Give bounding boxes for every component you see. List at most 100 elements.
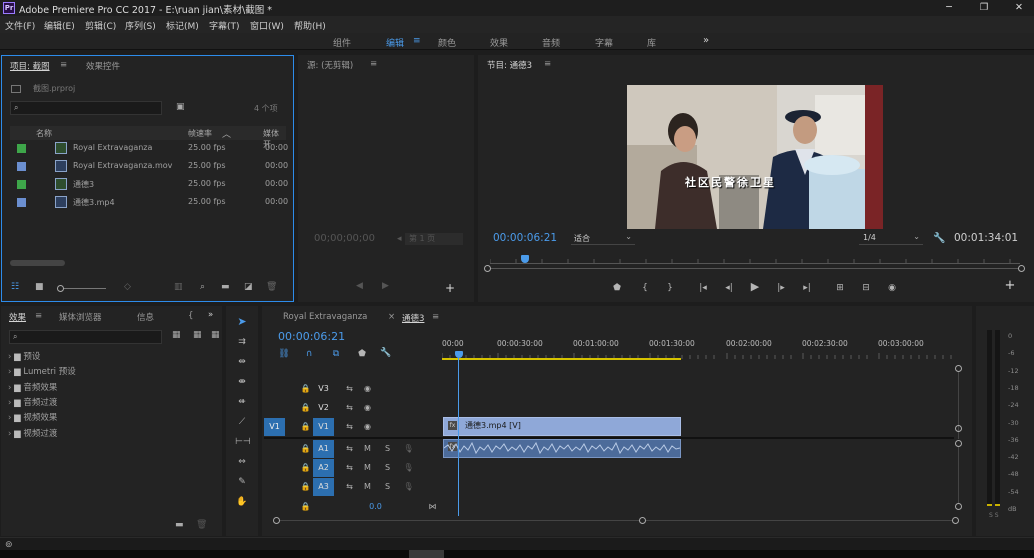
- program-playhead[interactable]: [521, 255, 529, 263]
- snap-magnet-icon[interactable]: ∩: [303, 349, 315, 359]
- rolling-edit-tool-icon[interactable]: ⇼: [235, 377, 249, 387]
- source-timecode[interactable]: 00;00;00;00: [314, 233, 375, 244]
- accelerated-effects-icon[interactable]: ▦: [172, 330, 181, 340]
- play-icon[interactable]: ▶: [748, 281, 762, 292]
- expand-chevron-icon[interactable]: ›: [8, 413, 11, 423]
- timeline-settings-icon[interactable]: 🔧: [380, 348, 392, 358]
- snap-in-nest-icon[interactable]: ⛓: [278, 349, 290, 359]
- voice-over-mic-icon[interactable]: 🎙: [398, 440, 419, 458]
- source-marker-prev-icon[interactable]: ◂: [397, 234, 402, 244]
- effects-search-input[interactable]: ⌕: [9, 330, 162, 344]
- timeline-vscroll-top[interactable]: [955, 365, 962, 372]
- slide-tool-icon[interactable]: ⇔: [235, 457, 249, 467]
- menu-edit[interactable]: 编辑(E): [44, 19, 75, 32]
- track-target-label[interactable]: V2: [313, 399, 334, 417]
- selection-tool-icon[interactable]: ➤: [236, 316, 248, 327]
- effects-folder[interactable]: › ▆ 预设: [8, 350, 40, 362]
- status-icon[interactable]: ⊚: [5, 540, 13, 550]
- label-color-swatch[interactable]: [17, 144, 26, 153]
- workspace-tab-color[interactable]: 颜色: [438, 36, 456, 49]
- track-target-label[interactable]: A2: [313, 459, 334, 477]
- toggle-output-eye-icon[interactable]: ◉: [357, 418, 378, 436]
- tab-info[interactable]: 信息: [137, 311, 154, 323]
- workspace-tab-titles[interactable]: 字幕: [595, 36, 613, 49]
- timeline-ruler[interactable]: 00:00 00:00:30:00 00:01:00:00 00:01:30:0…: [442, 336, 954, 362]
- column-name[interactable]: 名称: [36, 128, 52, 139]
- list-view-icon[interactable]: ☷: [11, 282, 19, 292]
- delete-custom-item-icon[interactable]: 🗑: [196, 520, 207, 530]
- toggle-output-eye-icon[interactable]: ◉: [357, 380, 378, 398]
- program-panel-menu-icon[interactable]: ≡: [544, 59, 551, 69]
- workspace-tab-editing[interactable]: 编辑: [386, 36, 404, 49]
- go-to-out-icon[interactable]: ▸|: [800, 283, 814, 293]
- sort-icons-icon[interactable]: ◇: [124, 282, 131, 292]
- expand-chevron-icon[interactable]: ›: [8, 383, 11, 393]
- mark-in-icon[interactable]: {: [639, 283, 651, 293]
- effects-folder[interactable]: › ▆ Lumetri 预设: [8, 365, 76, 377]
- panel-overflow-icon[interactable]: »: [208, 310, 213, 320]
- tab-program[interactable]: 节目: 通德3: [487, 59, 532, 71]
- close-button[interactable]: ✕: [1010, 0, 1028, 16]
- meter-solo-buttons[interactable]: S S: [989, 512, 999, 519]
- new-bin-icon[interactable]: ▬: [221, 282, 230, 292]
- track-target-label[interactable]: A3: [313, 478, 334, 496]
- go-to-end-icon[interactable]: ⋈: [422, 498, 443, 516]
- razor-tool-icon[interactable]: ⟋: [235, 417, 249, 427]
- minimize-button[interactable]: ─: [940, 0, 958, 16]
- workspace-tab-effects[interactable]: 效果: [490, 36, 508, 49]
- workspace-menu-icon[interactable]: ≡: [413, 36, 421, 46]
- label-color-swatch[interactable]: [17, 198, 26, 207]
- expand-chevron-icon[interactable]: ›: [8, 352, 11, 362]
- go-to-in-icon[interactable]: |◂: [696, 283, 710, 293]
- tab-project[interactable]: 项目: 截图: [10, 60, 50, 72]
- track-target-label[interactable]: V3: [313, 380, 334, 398]
- source-panel-menu-icon[interactable]: ≡: [370, 59, 377, 69]
- track-target-label[interactable]: A1: [313, 440, 334, 458]
- menu-help[interactable]: 帮助(H): [294, 19, 326, 32]
- tab-sequence-active[interactable]: 通德3: [402, 312, 424, 324]
- project-item-row[interactable]: 通德3.mp4 25.00 fps 00:00: [10, 194, 288, 211]
- find-icon[interactable]: ⌕: [200, 282, 205, 292]
- settings-wrench-icon[interactable]: 🔧: [933, 233, 945, 244]
- extract-icon[interactable]: ⊟: [859, 283, 873, 293]
- mute-track-button[interactable]: M: [357, 440, 378, 458]
- zoom-level-select[interactable]: 适合 ⌄: [571, 232, 635, 245]
- project-panel-menu-icon[interactable]: ≡: [60, 60, 67, 70]
- zoom-slider-handle[interactable]: [57, 285, 64, 292]
- menu-window[interactable]: 窗口(W): [250, 19, 284, 32]
- new-bin-from-search-icon[interactable]: ▣: [176, 102, 185, 112]
- program-scroll-bar[interactable]: [484, 265, 1025, 272]
- timeline-hscroll[interactable]: [273, 517, 959, 524]
- rate-stretch-tool-icon[interactable]: ⇺: [235, 397, 249, 407]
- ripple-edit-tool-icon[interactable]: ⇹: [235, 357, 249, 367]
- expand-chevron-icon[interactable]: ›: [8, 367, 11, 377]
- solo-track-button[interactable]: S: [377, 440, 398, 458]
- linked-selection-icon[interactable]: ⧉: [330, 349, 342, 359]
- source-step-back-icon[interactable]: ◀: [356, 281, 363, 291]
- tab-media-browser[interactable]: 媒体浏览器: [59, 311, 102, 323]
- voice-over-mic-icon[interactable]: 🎙: [398, 478, 419, 496]
- project-item-row[interactable]: 通德3 25.00 fps 00:00: [10, 176, 288, 193]
- solo-track-button[interactable]: S: [377, 459, 398, 477]
- label-color-swatch[interactable]: [17, 180, 26, 189]
- program-add-button[interactable]: +: [1003, 279, 1017, 292]
- 32bit-effects-icon[interactable]: ▦: [193, 330, 202, 340]
- video-clip[interactable]: fx 通德3.mp4 [V]: [443, 417, 681, 436]
- workspace-tab-assembly[interactable]: 组件: [333, 36, 351, 49]
- workspace-overflow-icon[interactable]: »: [703, 35, 709, 46]
- step-back-icon[interactable]: ◂|: [722, 283, 736, 293]
- column-frame-rate[interactable]: 帧速率: [188, 128, 212, 139]
- tab-effect-controls[interactable]: 效果控件: [86, 60, 120, 72]
- menu-clip[interactable]: 剪辑(C): [85, 19, 116, 32]
- effects-folder[interactable]: › ▆ 音频效果: [8, 381, 57, 393]
- yuv-effects-icon[interactable]: ▦: [211, 330, 220, 340]
- step-forward-icon[interactable]: |▸: [774, 283, 788, 293]
- audio-clip[interactable]: fx: [443, 439, 681, 458]
- zoom-slider[interactable]: [57, 285, 106, 292]
- slip-tool-icon[interactable]: ⊢⊣: [235, 437, 251, 447]
- workspace-tab-audio[interactable]: 音频: [542, 36, 560, 49]
- voice-over-mic-icon[interactable]: 🎙: [398, 459, 419, 477]
- tab-effects[interactable]: 效果: [9, 311, 26, 323]
- timeline-panel-menu-icon[interactable]: ≡: [432, 312, 439, 322]
- expand-chevron-icon[interactable]: ›: [8, 398, 11, 408]
